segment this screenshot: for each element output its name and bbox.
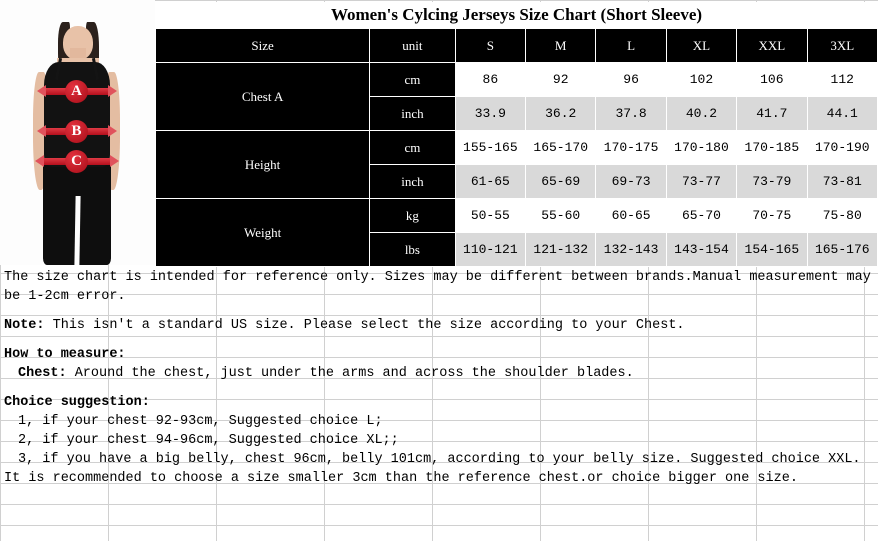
cell-chest-inch-s: 33.9 [454,96,527,131]
measure-band-b-arrow-left [37,125,46,137]
note-label: Note: [4,318,45,333]
how-to-measure-heading: How to measure: [4,347,126,362]
table-row: Height cm 155-165 165-170 170-175 170-18… [154,130,878,199]
cell-height-inch-xl: 73-77 [665,164,738,199]
choice-item-3: 3, if you have a big belly, chest 96cm, … [18,452,861,467]
choice-item-2: 2, if your chest 94-96cm, Suggested choi… [18,433,399,448]
cell-chest-cm-xxl: 106 [736,62,808,97]
cell-height-inch-m: 65-69 [525,164,597,199]
cell-chest-inch-m: 36.2 [525,96,597,131]
measure-band-a-arrow-left [37,85,46,97]
table-header-row: Size unit S M L XL XXL 3XL [154,28,878,63]
measure-band-c-arrow-right [110,155,119,167]
row-label-weight: Weight [154,198,371,267]
cell-weight-lbs-xxl: 154-165 [736,232,808,267]
chest-measure-line: Chest: Around the chest, just under the … [4,364,876,383]
measure-band-b-arrow-right [108,125,117,137]
unit-chest-cm: cm [369,62,456,97]
header-size-m: M [525,28,597,63]
header-unit: unit [369,28,456,63]
header-size-s: S [454,28,527,63]
cell-height-inch-s: 61-65 [454,164,527,199]
row-label-chest: Chest A [154,62,371,131]
note-text: This isn't a standard US size. Please se… [44,318,685,333]
cell-height-cm-m: 165-170 [525,130,597,165]
cell-chest-inch-xxl: 41.7 [736,96,808,131]
cell-weight-kg-3xl: 75-80 [806,198,878,233]
unit-height-cm: cm [369,130,456,165]
cell-weight-kg-l: 60-65 [595,198,667,233]
cell-weight-lbs-3xl: 165-176 [806,232,878,267]
notes-section: The size chart is intended for reference… [4,268,876,488]
cell-chest-cm-s: 86 [454,62,527,97]
cell-chest-inch-xl: 40.2 [665,96,738,131]
measure-badge-a: A [65,80,88,103]
cell-weight-kg-m: 55-60 [525,198,597,233]
measure-band-c-arrow-left [35,155,44,167]
cell-height-inch-l: 69-73 [595,164,667,199]
cell-chest-cm-3xl: 112 [806,62,878,97]
unit-weight-lbs: lbs [369,232,456,267]
unit-weight-kg: kg [369,198,456,233]
disclaimer-text: The size chart is intended for reference… [4,270,871,304]
unit-chest-inch: inch [369,96,456,131]
measure-band-a-arrow-right [108,85,117,97]
cell-chest-cm-l: 96 [595,62,667,97]
cell-height-cm-xl: 170-180 [665,130,738,165]
cell-weight-kg-xxl: 70-75 [736,198,808,233]
note-paragraph: Note: This isn't a standard US size. Ple… [4,316,876,335]
measure-badge-c: C [65,150,88,173]
choice-item-1: 1, if your chest 92-93cm, Suggested choi… [18,414,383,429]
cell-height-inch-3xl: 73-81 [806,164,878,199]
page-title: Women's Cylcing Jerseys Size Chart (Shor… [155,2,878,28]
recommendation-text: It is recommended to choose a size small… [4,471,798,486]
cell-chest-inch-3xl: 44.1 [806,96,878,131]
cell-chest-cm-xl: 102 [665,62,738,97]
row-label-height: Height [154,130,371,199]
cell-weight-lbs-s: 110-121 [454,232,527,267]
cell-height-cm-3xl: 170-190 [806,130,878,165]
cell-chest-cm-m: 92 [525,62,597,97]
table-row: Chest A cm 86 92 96 102 106 112 [154,62,878,131]
cell-weight-kg-xl: 65-70 [665,198,738,233]
header-size-3xl: 3XL [806,28,878,63]
choice-suggestion-heading: Choice suggestion: [4,395,150,410]
chest-measure-text: Around the chest, just under the arms an… [66,366,634,381]
cell-weight-kg-s: 50-55 [454,198,527,233]
size-chart-page: A B C Women's Cylcing Jerseys Size Chart… [0,0,878,541]
cell-height-cm-xxl: 170-185 [736,130,808,165]
cell-height-inch-xxl: 73-79 [736,164,808,199]
header-size-l: L [595,28,667,63]
cell-weight-lbs-m: 121-132 [525,232,597,267]
chest-label: Chest: [18,366,67,381]
cell-height-cm-s: 155-165 [454,130,527,165]
size-chart-table: Size unit S M L XL XXL 3XL Chest A cm 86… [154,28,878,267]
cell-weight-lbs-xl: 143-154 [665,232,738,267]
header-size: Size [154,28,371,63]
header-size-xl: XL [665,28,738,63]
unit-height-inch: inch [369,164,456,199]
measure-badge-b: B [65,120,88,143]
cell-weight-lbs-l: 132-143 [595,232,667,267]
model-figure: A B C [0,0,155,265]
cell-height-cm-l: 170-175 [595,130,667,165]
header-size-xxl: XXL [736,28,808,63]
model-photo: A B C [0,0,155,265]
cell-chest-inch-l: 37.8 [595,96,667,131]
table-row: Weight kg 50-55 55-60 60-65 65-70 70-75 … [154,198,878,267]
